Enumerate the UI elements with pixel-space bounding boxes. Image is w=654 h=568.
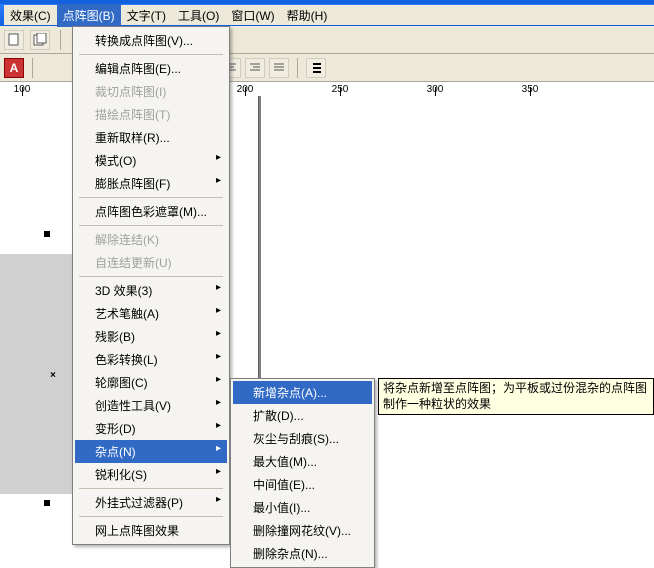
align3-icon[interactable]: [245, 58, 265, 78]
submenu-remove-moire[interactable]: 删除撞网花纹(V)...: [233, 519, 372, 542]
menu-color-mask[interactable]: 点阵图色彩遮罩(M)...: [75, 200, 227, 223]
menu-mode[interactable]: 模式(O): [75, 149, 227, 172]
menu-blur[interactable]: 残影(B): [75, 325, 227, 348]
a-icon[interactable]: A: [4, 58, 24, 78]
submenu-remove-noise[interactable]: 删除杂点(N)...: [233, 542, 372, 565]
doc2-icon[interactable]: [30, 30, 50, 50]
menu-sharpen[interactable]: 锐利化(S): [75, 463, 227, 486]
center-mark: ×: [50, 370, 56, 381]
menu-help[interactable]: 帮助(H): [281, 4, 334, 27]
menu-tools[interactable]: 工具(O): [172, 4, 225, 27]
menu-separator: [79, 488, 223, 489]
menu-separator: [79, 54, 223, 55]
menu-break-link: 解除连结(K): [75, 228, 227, 251]
menu-edit-bitmap[interactable]: 编辑点阵图(E)...: [75, 57, 227, 80]
separator: [32, 58, 33, 78]
menu-separator: [79, 516, 223, 517]
menu-text[interactable]: 文字(T): [121, 4, 172, 27]
menu-plugins[interactable]: 外挂式过滤器(P): [75, 491, 227, 514]
bitmap-menu-dropdown: 转换成点阵图(V)... 编辑点阵图(E)... 裁切点阵图(I) 描绘点阵图(…: [72, 26, 230, 545]
submenu-dust-scratch[interactable]: 灰尘与刮痕(S)...: [233, 427, 372, 450]
menu-creative[interactable]: 创造性工具(V): [75, 394, 227, 417]
align-right-icon[interactable]: [306, 58, 326, 78]
submenu-median[interactable]: 中间值(E)...: [233, 473, 372, 496]
separator: [297, 58, 298, 78]
submenu-diffuse[interactable]: 扩散(D)...: [233, 404, 372, 427]
menu-distort[interactable]: 变形(D): [75, 417, 227, 440]
align4-icon[interactable]: [269, 58, 289, 78]
menu-separator: [79, 197, 223, 198]
noise-submenu: 新增杂点(A)... 扩散(D)... 灰尘与刮痕(S)... 最大值(M)..…: [230, 378, 375, 568]
menu-window[interactable]: 窗口(W): [225, 4, 280, 27]
menu-web-bitmap[interactable]: 网上点阵图效果: [75, 519, 227, 542]
selection-handle[interactable]: [44, 231, 50, 237]
menubar: 效果(C) 点阵图(B) 文字(T) 工具(O) 窗口(W) 帮助(H): [4, 5, 654, 25]
submenu-minimum[interactable]: 最小值(I)...: [233, 496, 372, 519]
menu-resample[interactable]: 重新取样(R)...: [75, 126, 227, 149]
menu-effects[interactable]: 效果(C): [4, 4, 57, 27]
tooltip: 将杂点新增至点阵图；为平板或过份混杂的点阵图制作一种粒状的效果: [378, 378, 654, 415]
menu-crop-bitmap: 裁切点阵图(I): [75, 80, 227, 103]
menu-color-transform[interactable]: 色彩转换(L): [75, 348, 227, 371]
menu-inflate-bitmap[interactable]: 膨胀点阵图(F): [75, 172, 227, 195]
menu-update-link: 自连结更新(U): [75, 251, 227, 274]
menu-trace-bitmap: 描绘点阵图(T): [75, 103, 227, 126]
menu-noise[interactable]: 杂点(N): [75, 440, 227, 463]
menu-convert-bitmap[interactable]: 转换成点阵图(V)...: [75, 29, 227, 52]
menu-bitmap[interactable]: 点阵图(B): [57, 4, 121, 27]
menu-contour[interactable]: 轮廓图(C): [75, 371, 227, 394]
menu-3d-effects[interactable]: 3D 效果(3): [75, 279, 227, 302]
submenu-maximum[interactable]: 最大值(M)...: [233, 450, 372, 473]
menu-art-strokes[interactable]: 艺术笔触(A): [75, 302, 227, 325]
selection-handle[interactable]: [44, 500, 50, 506]
separator: [60, 30, 61, 50]
submenu-add-noise[interactable]: 新增杂点(A)...: [233, 381, 372, 404]
menu-separator: [79, 276, 223, 277]
menu-separator: [79, 225, 223, 226]
doc1-icon[interactable]: [4, 30, 24, 50]
